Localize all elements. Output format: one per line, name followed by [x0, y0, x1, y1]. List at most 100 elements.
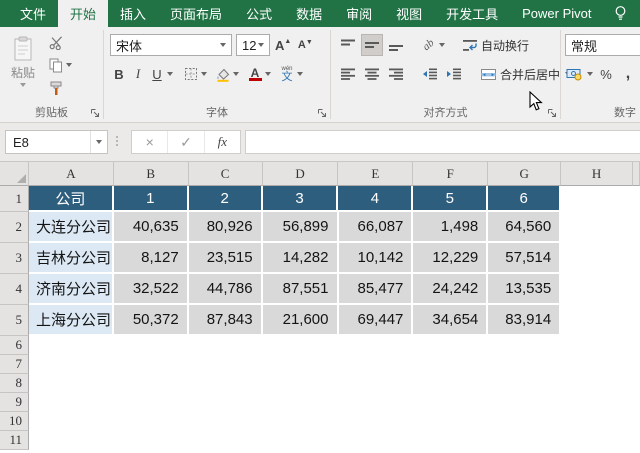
- cell-C4[interactable]: 44,786: [188, 274, 263, 305]
- borders-dropdown-icon[interactable]: [201, 72, 207, 76]
- align-bottom-button[interactable]: [385, 34, 407, 56]
- borders-button[interactable]: [182, 63, 200, 85]
- cell-H3[interactable]: [561, 243, 634, 274]
- align-center-button[interactable]: [361, 63, 383, 85]
- copy-button[interactable]: [46, 54, 73, 76]
- cell-G3[interactable]: 57,514: [488, 243, 562, 274]
- cell-H1[interactable]: [561, 186, 633, 212]
- cell-F1[interactable]: 5: [413, 186, 489, 212]
- row-header-8[interactable]: 8: [0, 374, 29, 393]
- font-color-button[interactable]: A: [246, 63, 264, 85]
- column-header-C[interactable]: C: [188, 162, 263, 186]
- orientation-dropdown-icon[interactable]: [439, 43, 445, 47]
- increase-indent-button[interactable]: [443, 63, 465, 85]
- increase-font-size-button[interactable]: A ▲: [274, 34, 292, 56]
- empty-row-10[interactable]: [29, 412, 640, 431]
- column-header-D[interactable]: D: [262, 162, 339, 186]
- paste-dropdown-icon[interactable]: [20, 83, 26, 87]
- align-top-button[interactable]: [337, 34, 359, 56]
- cell-D1[interactable]: 3: [262, 186, 339, 212]
- align-right-button[interactable]: [385, 63, 407, 85]
- formula-input[interactable]: [245, 130, 640, 154]
- cell-A3[interactable]: 吉林分公司: [28, 243, 114, 274]
- cell-H5[interactable]: [561, 305, 634, 336]
- cell-C5[interactable]: 87,843: [188, 305, 263, 336]
- name-box-dropdown-icon[interactable]: [90, 131, 107, 153]
- cell-F3[interactable]: 12,229: [413, 243, 489, 274]
- row-header-2[interactable]: 2: [0, 212, 29, 243]
- ribbon-tab-6[interactable]: 审阅: [334, 0, 384, 27]
- ribbon-tab-2[interactable]: 插入: [108, 0, 158, 27]
- row-header-4[interactable]: 4: [0, 274, 29, 305]
- row-header-3[interactable]: 3: [0, 243, 29, 274]
- cell-C3[interactable]: 23,515: [188, 243, 263, 274]
- empty-row-6[interactable]: [29, 336, 640, 355]
- empty-row-11[interactable]: [29, 431, 640, 450]
- cell-E3[interactable]: 10,142: [338, 243, 414, 274]
- ribbon-tab-7[interactable]: 视图: [384, 0, 434, 27]
- cell-B5[interactable]: 50,372: [113, 305, 189, 336]
- cell-C2[interactable]: 80,926: [188, 212, 263, 243]
- orientation-button[interactable]: ab: [419, 34, 437, 56]
- cell-H4[interactable]: [561, 274, 634, 305]
- cell-G1[interactable]: 6: [488, 186, 562, 212]
- row-header-5[interactable]: 5: [0, 305, 29, 336]
- name-box[interactable]: E8: [5, 130, 108, 154]
- cell-A1[interactable]: 公司: [28, 186, 114, 212]
- row-header-6[interactable]: 6: [0, 336, 29, 355]
- enter-button[interactable]: ✓: [168, 131, 205, 153]
- column-header-B[interactable]: B: [113, 162, 189, 186]
- cell-E4[interactable]: 85,477: [338, 274, 414, 305]
- row-header-11[interactable]: 11: [0, 431, 29, 450]
- copy-dropdown-icon[interactable]: [66, 63, 72, 67]
- font-size-combo[interactable]: 12: [236, 34, 270, 56]
- cell-A5[interactable]: 上海分公司: [28, 305, 114, 336]
- cell-E2[interactable]: 66,087: [338, 212, 414, 243]
- column-header-A[interactable]: A: [28, 162, 114, 186]
- ribbon-tab-4[interactable]: 公式: [234, 0, 284, 27]
- cell-A4[interactable]: 济南分公司: [28, 274, 114, 305]
- number-format-combo[interactable]: 常规: [565, 34, 640, 56]
- cell-B4[interactable]: 32,522: [113, 274, 189, 305]
- select-all-corner[interactable]: [0, 162, 29, 186]
- cell-D5[interactable]: 21,600: [262, 305, 339, 336]
- wrap-text-button[interactable]: 自动换行: [461, 34, 530, 56]
- cell-F4[interactable]: 24,242: [413, 274, 489, 305]
- ribbon-tab-1[interactable]: 开始: [58, 0, 109, 27]
- cell-D4[interactable]: 87,551: [262, 274, 339, 305]
- accounting-format-button[interactable]: [565, 63, 584, 85]
- format-painter-button[interactable]: [46, 77, 73, 99]
- alignment-dialog-launcher-icon[interactable]: [547, 108, 557, 118]
- phonetic-dropdown-icon[interactable]: [297, 72, 303, 76]
- paste-button[interactable]: 粘贴: [4, 32, 42, 106]
- row-header-1[interactable]: 1: [0, 186, 29, 212]
- cell-B1[interactable]: 1: [113, 186, 189, 212]
- formula-bar-resize-handle[interactable]: [116, 136, 118, 146]
- ribbon-tab-3[interactable]: 页面布局: [158, 0, 234, 27]
- cell-D3[interactable]: 14,282: [262, 243, 339, 274]
- cell-G5[interactable]: 83,914: [488, 305, 562, 336]
- cancel-button[interactable]: ×: [132, 131, 169, 153]
- cell-E1[interactable]: 4: [338, 186, 414, 212]
- empty-row-9[interactable]: [29, 393, 640, 412]
- cell-D2[interactable]: 56,899: [262, 212, 339, 243]
- column-header-G[interactable]: G: [488, 162, 562, 186]
- insert-function-button[interactable]: fx: [205, 131, 240, 153]
- ribbon-tab-9[interactable]: Power Pivot: [510, 0, 603, 27]
- clipboard-dialog-launcher-icon[interactable]: [90, 108, 100, 118]
- align-middle-button[interactable]: [361, 34, 383, 56]
- ribbon-tab-8[interactable]: 开发工具: [434, 0, 510, 27]
- underline-dropdown-icon[interactable]: [167, 72, 173, 76]
- cell-H2[interactable]: [561, 212, 634, 243]
- fill-color-dropdown-icon[interactable]: [233, 72, 239, 76]
- empty-row-7[interactable]: [29, 355, 640, 374]
- align-left-button[interactable]: [337, 63, 359, 85]
- cell-B2[interactable]: 40,635: [113, 212, 189, 243]
- italic-button[interactable]: I: [129, 63, 147, 85]
- ribbon-tab-file[interactable]: 文件: [8, 0, 58, 27]
- column-header-E[interactable]: E: [338, 162, 414, 186]
- percent-style-button[interactable]: %: [596, 63, 616, 85]
- tell-me-lightbulb-icon[interactable]: [614, 0, 627, 27]
- cell-G2[interactable]: 64,560: [488, 212, 562, 243]
- ribbon-tab-5[interactable]: 数据: [284, 0, 334, 27]
